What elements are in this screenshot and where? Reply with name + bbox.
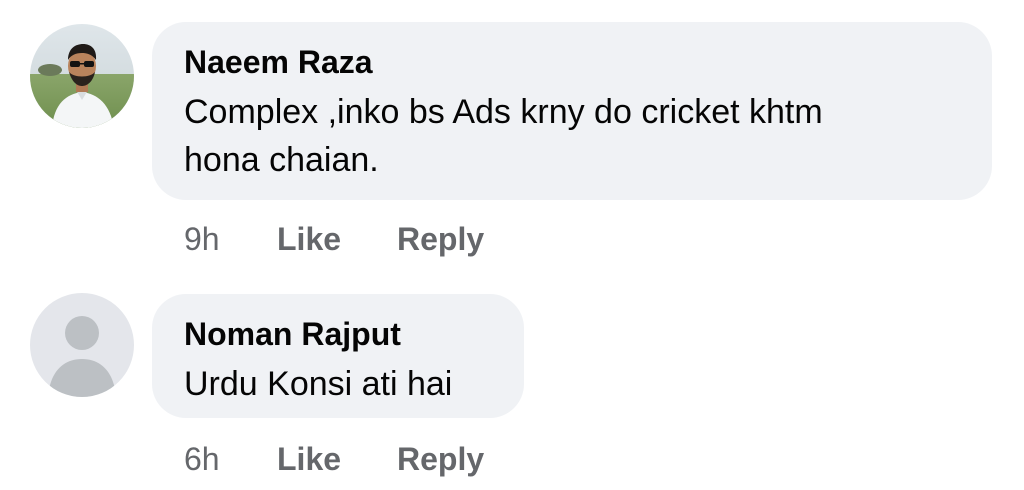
reply-button[interactable]: Reply	[397, 221, 484, 258]
comment-item: Naeem Raza Complex ,inko bs Ads krny do …	[0, 0, 1024, 270]
comment-text-line: Complex ,inko bs Ads krny do cricket kht…	[184, 93, 823, 131]
comment-text: Complex ,inko bs Ads krny do cricket kht…	[184, 88, 984, 184]
avatar[interactable]	[30, 24, 134, 128]
comment-timestamp[interactable]: 6h	[184, 441, 220, 478]
comment-text-line: hona chaian.	[184, 141, 379, 179]
comment-author[interactable]: Naeem Raza	[184, 44, 373, 81]
comment-actions: 9h Like Reply	[184, 221, 584, 261]
like-button[interactable]: Like	[277, 441, 341, 478]
comment-timestamp[interactable]: 9h	[184, 221, 220, 258]
comment-text-line: Urdu Konsi ati hai	[184, 365, 453, 403]
like-button[interactable]: Like	[277, 221, 341, 258]
comment-bubble: Naeem Raza Complex ,inko bs Ads krny do …	[152, 22, 992, 200]
comment-item: Noman Rajput Urdu Konsi ati hai 6h Like …	[0, 280, 1024, 490]
default-person-icon	[48, 316, 116, 397]
avatar[interactable]	[30, 293, 134, 397]
comment-actions: 6h Like Reply	[184, 441, 584, 481]
comment-author[interactable]: Noman Rajput	[184, 316, 401, 353]
profile-photo-icon	[30, 24, 134, 128]
reply-button[interactable]: Reply	[397, 441, 484, 478]
comment-text: Urdu Konsi ati hai	[184, 360, 514, 408]
comment-bubble: Noman Rajput Urdu Konsi ati hai	[152, 294, 524, 418]
